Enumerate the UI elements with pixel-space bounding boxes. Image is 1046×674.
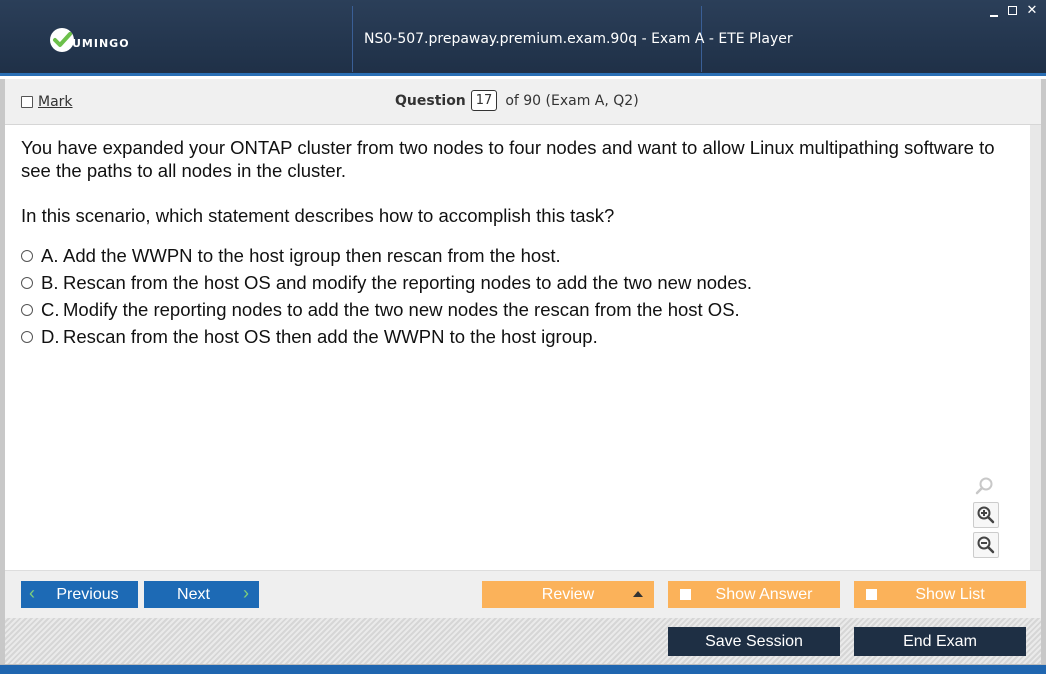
option-text: Rescan from the host OS and modify the r… <box>63 271 753 293</box>
zoom-reset-icon <box>975 477 993 495</box>
answer-option-d[interactable]: D. Rescan from the host OS then add the … <box>21 323 752 350</box>
review-label: Review <box>541 585 595 603</box>
answer-option-a[interactable]: A. Add the WWPN to the host igroup then … <box>21 242 752 269</box>
option-letter: D. <box>41 325 60 347</box>
close-button[interactable]: ✕ <box>1026 2 1038 17</box>
window-controls: ✕ <box>990 2 1038 17</box>
option-letter: A. <box>41 244 59 266</box>
next-button[interactable]: Next › <box>144 581 259 608</box>
previous-label: Previous <box>56 585 119 603</box>
end-exam-button[interactable]: End Exam <box>854 627 1026 656</box>
review-button[interactable]: Review <box>482 581 654 608</box>
question-total: of 90 (Exam A, Q2) <box>505 92 639 109</box>
chevron-left-icon: ‹ <box>29 583 35 603</box>
checkbox-icon[interactable] <box>21 96 33 108</box>
question-label: Question <box>395 92 466 109</box>
answer-options: A. Add the WWPN to the host igroup then … <box>21 242 752 350</box>
mark-checkbox[interactable]: Mark <box>21 94 73 110</box>
zoom-out-icon <box>977 536 995 554</box>
option-text: Rescan from the host OS then add the WWP… <box>63 325 598 347</box>
question-content: You have expanded your ONTAP cluster fro… <box>5 125 1029 570</box>
question-number-input[interactable]: 17 <box>470 90 498 111</box>
app-logo: UMINGO <box>48 24 130 56</box>
radio-button[interactable] <box>21 330 33 343</box>
maximize-icon <box>1008 6 1017 15</box>
chevron-right-icon: › <box>243 583 249 603</box>
logo-text: UMINGO <box>72 36 130 50</box>
save-session-label: Save Session <box>705 632 803 650</box>
radio-button[interactable] <box>21 303 33 316</box>
checkbox-icon[interactable] <box>866 589 877 600</box>
option-letter: B. <box>41 271 59 293</box>
show-answer-label: Show Answer <box>715 585 813 603</box>
window-frame-right <box>1041 79 1046 664</box>
show-list-label: Show List <box>915 585 985 603</box>
question-text: You have expanded your ONTAP cluster fro… <box>21 137 995 181</box>
footer-bar: Save Session End Exam <box>5 618 1041 664</box>
navigation-bar: ‹ Previous Next › Review Show Answer Sho… <box>5 570 1041 619</box>
scrollbar[interactable] <box>1030 125 1041 570</box>
answer-option-c[interactable]: C. Modify the reporting nodes to add the… <box>21 296 752 323</box>
title-divider <box>352 6 353 72</box>
caret-up-icon <box>633 591 643 597</box>
next-label: Next <box>177 585 210 603</box>
radio-button[interactable] <box>21 249 33 262</box>
zoom-in-button[interactable] <box>973 502 999 528</box>
radio-button[interactable] <box>21 276 33 289</box>
previous-button[interactable]: ‹ Previous <box>21 581 138 608</box>
question-counter: Question 17 of 90 (Exam A, Q2) <box>395 90 639 111</box>
window-title: NS0-507.prepaway.premium.exam.90q - Exam… <box>364 31 793 47</box>
answer-option-b[interactable]: B. Rescan from the host OS and modify th… <box>21 269 752 296</box>
zoom-out-button[interactable] <box>973 532 999 558</box>
show-list-button[interactable]: Show List <box>854 581 1026 608</box>
question-prompt: In this scenario, which statement descri… <box>21 205 615 226</box>
end-exam-label: End Exam <box>903 632 977 650</box>
zoom-controls <box>973 474 999 562</box>
save-session-button[interactable]: Save Session <box>668 627 840 656</box>
option-letter: C. <box>41 298 60 320</box>
minimize-icon <box>990 11 998 17</box>
mark-label: Mark <box>38 94 73 110</box>
zoom-reset-button[interactable] <box>973 474 997 498</box>
title-bar: UMINGO NS0-507.prepaway.premium.exam.90q… <box>0 0 1046 76</box>
close-icon: ✕ <box>1026 2 1038 17</box>
minimize-button[interactable] <box>990 4 1002 17</box>
question-header: Mark Question 17 of 90 (Exam A, Q2) <box>5 79 1041 125</box>
maximize-button[interactable] <box>1008 4 1020 16</box>
show-answer-button[interactable]: Show Answer <box>668 581 840 608</box>
option-text: Modify the reporting nodes to add the tw… <box>63 298 740 320</box>
option-text: Add the WWPN to the host igroup then res… <box>63 244 561 266</box>
checkbox-icon[interactable] <box>680 589 691 600</box>
zoom-in-icon <box>977 506 995 524</box>
